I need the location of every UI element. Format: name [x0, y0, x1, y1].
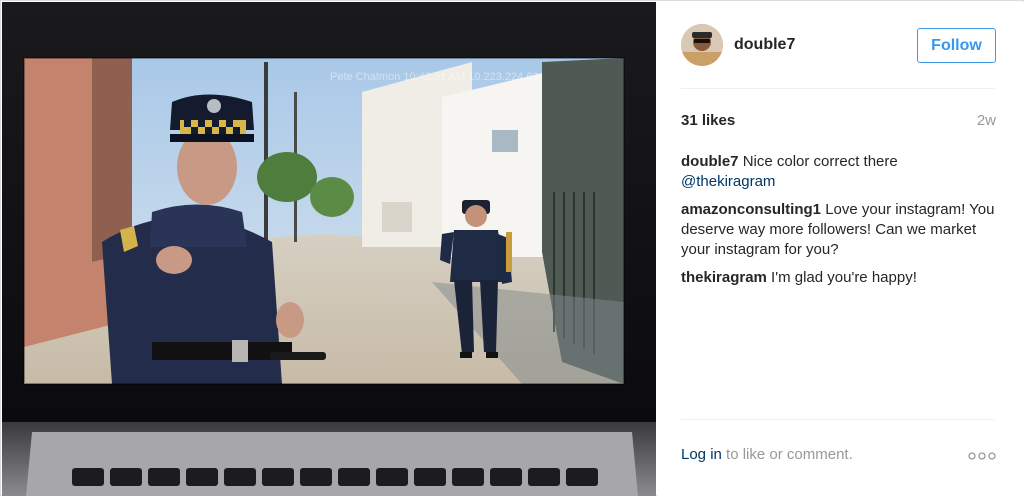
instagram-post: Pete Chatmon 10:43:51 AM 10.223.224.63 d…	[0, 0, 1024, 496]
comment-author[interactable]: double7	[681, 153, 739, 170]
comment-mention[interactable]: @thekiragram	[681, 173, 775, 190]
comment-author[interactable]: amazonconsulting1	[681, 201, 821, 218]
footer-divider	[681, 419, 995, 420]
video-watermark: Pete Chatmon 10:43:51 AM 10.223.224.63	[330, 71, 539, 83]
comment-item: double7 Nice color correct there @thekir…	[681, 152, 1001, 192]
post-header: double7 Follow	[657, 2, 1024, 88]
post-photo[interactable]: Pete Chatmon 10:43:51 AM 10.223.224.63	[2, 2, 656, 496]
comment-item: amazonconsulting1 Love your instagram! Y…	[681, 200, 1001, 260]
login-prompt: Log in to like or comment.	[681, 446, 853, 463]
comment-text: Nice color correct there	[742, 153, 898, 170]
comment-author[interactable]: thekiragram	[681, 269, 767, 286]
comment-item: thekiragram I'm glad you're happy!	[681, 268, 1001, 288]
follow-button[interactable]: Follow	[917, 28, 996, 63]
login-suffix: to like or comment.	[721, 446, 853, 463]
laptop-photo: Pete Chatmon 10:43:51 AM 10.223.224.63	[2, 2, 656, 496]
comment-text: I'm glad you're happy!	[771, 269, 917, 286]
likes-count[interactable]: 31 likes	[681, 112, 735, 129]
avatar-icon	[681, 24, 723, 66]
comments-list: double7 Nice color correct there @thekir…	[681, 152, 1001, 296]
more-options-icon[interactable]	[968, 452, 996, 460]
post-age[interactable]: 2w	[977, 112, 996, 129]
user-avatar[interactable]	[681, 24, 723, 66]
header-divider	[681, 88, 995, 89]
login-link[interactable]: Log in	[681, 446, 722, 463]
post-username[interactable]: double7	[734, 36, 795, 54]
post-sidebar: double7 Follow 31 likes 2w double7 Nice …	[657, 2, 1024, 496]
